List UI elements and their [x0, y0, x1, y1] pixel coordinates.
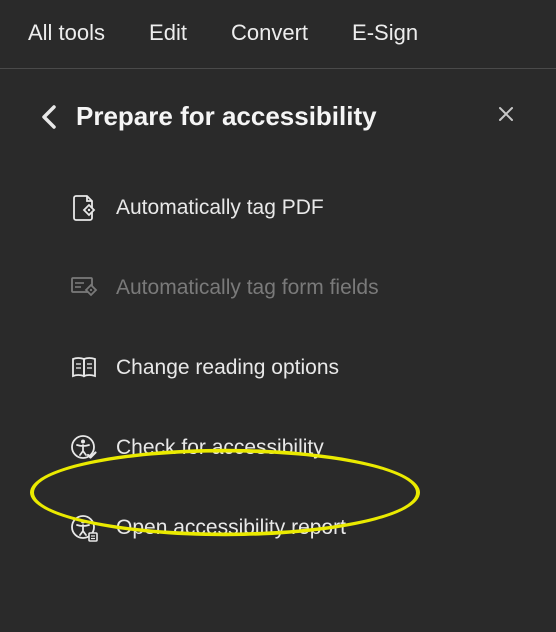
tab-all-tools[interactable]: All tools	[28, 20, 105, 46]
close-button[interactable]	[490, 101, 522, 132]
tag-form-icon	[70, 274, 98, 302]
tag-pdf-icon	[70, 194, 98, 222]
menu-check-accessibility[interactable]: Check for accessibility	[70, 422, 532, 474]
menu-auto-tag-form: Automatically tag form fields	[70, 262, 532, 314]
menu-auto-tag-pdf[interactable]: Automatically tag PDF	[70, 182, 532, 234]
menu-label: Automatically tag PDF	[116, 196, 324, 220]
menu-label: Automatically tag form fields	[116, 276, 379, 300]
menu-label: Open accessibility report	[116, 516, 346, 540]
chevron-left-icon	[40, 104, 58, 130]
panel-title: Prepare for accessibility	[76, 101, 472, 132]
menu-label: Check for accessibility	[116, 436, 324, 460]
accessibility-check-icon	[70, 434, 98, 462]
top-tabs: All tools Edit Convert E-Sign	[0, 0, 556, 69]
menu-change-reading[interactable]: Change reading options	[70, 342, 532, 394]
tab-convert[interactable]: Convert	[231, 20, 308, 46]
back-button[interactable]	[40, 104, 58, 130]
tab-edit[interactable]: Edit	[149, 20, 187, 46]
menu-open-report[interactable]: Open accessibility report	[70, 502, 532, 554]
accessibility-report-icon	[70, 514, 98, 542]
accessibility-menu: Automatically tag PDF Automatically tag …	[0, 142, 556, 554]
panel-header: Prepare for accessibility	[0, 69, 556, 142]
book-icon	[70, 354, 98, 382]
close-icon	[498, 106, 514, 122]
tab-esign[interactable]: E-Sign	[352, 20, 418, 46]
menu-label: Change reading options	[116, 356, 339, 380]
